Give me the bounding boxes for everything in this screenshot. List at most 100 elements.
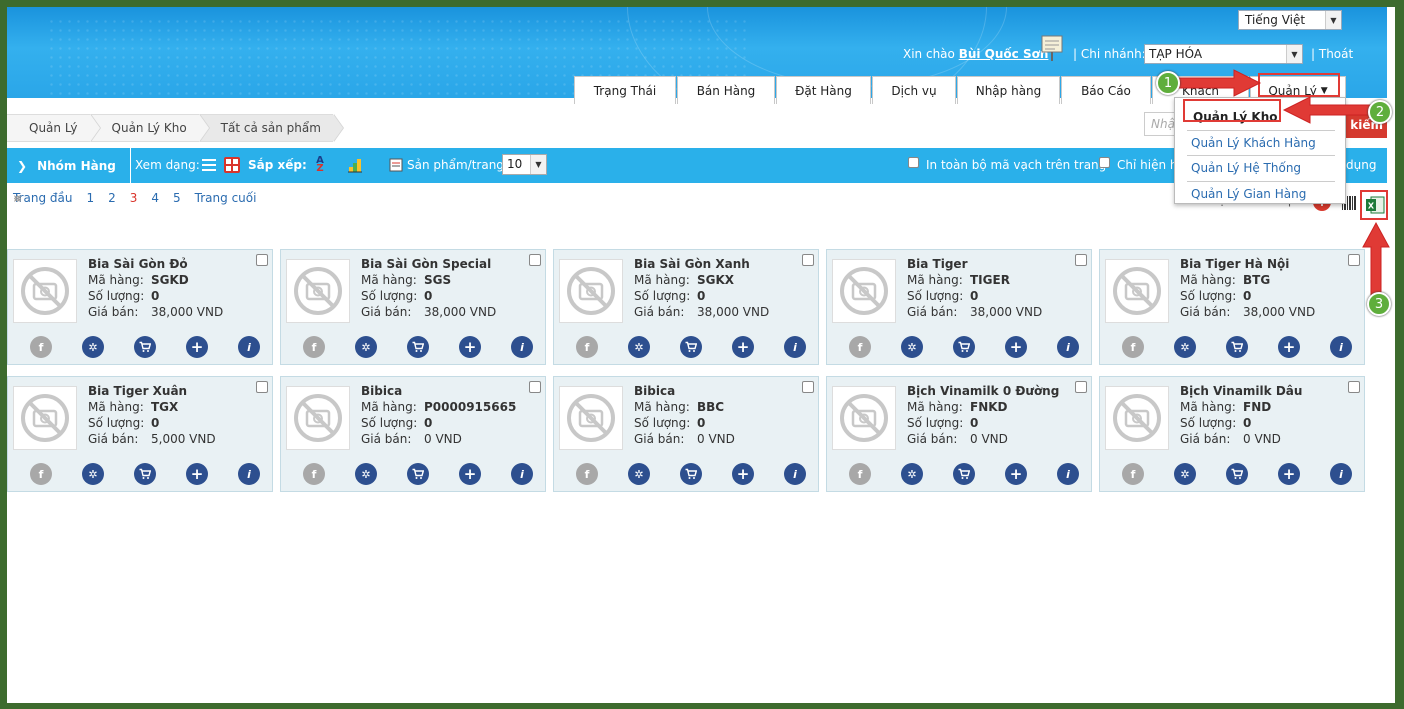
product-group-button[interactable]: ❯ Nhóm Hàng: [7, 148, 131, 183]
sort-quantity-icon[interactable]: [347, 157, 363, 173]
edit-icon[interactable]: i: [511, 336, 533, 358]
product-image[interactable]: [832, 259, 896, 323]
product-name[interactable]: Bia Tiger Hà Nội: [1180, 257, 1289, 271]
product-image[interactable]: [13, 259, 77, 323]
tab-dat-hang[interactable]: Đặt Hàng: [776, 76, 871, 104]
facebook-icon[interactable]: f: [576, 336, 598, 358]
tab-bao-cao[interactable]: Báo Cáo: [1061, 76, 1151, 104]
breadcrumb-item-tat-ca-san-pham[interactable]: Tất cả sản phẩm: [198, 114, 345, 142]
per-page-select[interactable]: 10 ▼: [502, 154, 547, 175]
notepad-icon[interactable]: [1040, 34, 1064, 62]
edit-icon[interactable]: i: [238, 463, 260, 485]
product-checkbox[interactable]: [1348, 381, 1360, 393]
menu-item-quan-ly-khach-hang[interactable]: Quản Lý Khách Hàng: [1191, 136, 1316, 150]
product-image[interactable]: [559, 259, 623, 323]
apply-label[interactable]: dụng: [1346, 158, 1376, 172]
cart-icon[interactable]: [407, 463, 429, 485]
tab-dich-vu[interactable]: Dịch vụ: [872, 76, 956, 104]
cart-icon[interactable]: [134, 336, 156, 358]
page-link[interactable]: 5: [173, 191, 181, 205]
facebook-icon[interactable]: f: [1122, 336, 1144, 358]
tab-nhap-hang[interactable]: Nhập hàng: [957, 76, 1060, 104]
product-name[interactable]: Bịch Vinamilk Dâu: [1180, 384, 1302, 398]
edit-icon[interactable]: i: [1057, 336, 1079, 358]
product-card[interactable]: Bịch Vinamilk Dâu Mã hàng: FND Số lượng: 0 Gi…: [1099, 376, 1365, 492]
cart-icon[interactable]: [953, 336, 975, 358]
page-link[interactable]: 2: [108, 191, 116, 205]
product-image[interactable]: [286, 259, 350, 323]
product-image[interactable]: [559, 386, 623, 450]
plus-icon[interactable]: +: [186, 463, 208, 485]
settings-icon[interactable]: ✲: [82, 336, 104, 358]
page-next-link[interactable]: »: [13, 189, 22, 207]
product-card[interactable]: Bia Sài Gòn Special Mã hàng: SGS Số lượng: 0…: [280, 249, 546, 365]
edit-icon[interactable]: i: [1330, 336, 1352, 358]
product-checkbox[interactable]: [1075, 254, 1087, 266]
edit-icon[interactable]: i: [784, 336, 806, 358]
product-checkbox[interactable]: [256, 381, 268, 393]
product-checkbox[interactable]: [529, 254, 541, 266]
product-image[interactable]: [1105, 386, 1169, 450]
page-link-current[interactable]: 3: [130, 191, 138, 205]
cart-icon[interactable]: [1226, 463, 1248, 485]
product-checkbox[interactable]: [1075, 381, 1087, 393]
logout-link[interactable]: | Thoát: [1311, 47, 1353, 61]
plus-icon[interactable]: +: [732, 336, 754, 358]
facebook-icon[interactable]: f: [303, 336, 325, 358]
product-image[interactable]: [832, 386, 896, 450]
product-image[interactable]: [286, 386, 350, 450]
branch-select[interactable]: TẠP HÓA ▼: [1144, 44, 1303, 64]
product-card[interactable]: Bia Sài Gòn Xanh Mã hàng: SGKX Số lượng: 0 Gi…: [553, 249, 819, 365]
page-link[interactable]: 1: [86, 191, 94, 205]
menu-item-quan-ly-he-thong[interactable]: Quản Lý Hệ Thống: [1191, 161, 1301, 175]
facebook-icon[interactable]: f: [849, 463, 871, 485]
plus-icon[interactable]: +: [186, 336, 208, 358]
facebook-icon[interactable]: f: [30, 336, 52, 358]
plus-icon[interactable]: +: [459, 463, 481, 485]
settings-icon[interactable]: ✲: [901, 336, 923, 358]
plus-icon[interactable]: +: [732, 463, 754, 485]
user-link[interactable]: Bùi Quốc Sơn: [959, 47, 1049, 61]
settings-icon[interactable]: ✲: [355, 463, 377, 485]
facebook-icon[interactable]: f: [303, 463, 325, 485]
product-card[interactable]: Bibica Mã hàng: BBC Số lượng: 0 Giá bán: 0 VND…: [553, 376, 819, 492]
product-card[interactable]: Bia Sài Gòn Đỏ Mã hàng: SGKD Số lượng: 0 Giá …: [7, 249, 273, 365]
cart-icon[interactable]: [407, 336, 429, 358]
facebook-icon[interactable]: f: [576, 463, 598, 485]
facebook-icon[interactable]: f: [849, 336, 871, 358]
print-all-checkbox[interactable]: [908, 157, 919, 168]
product-card[interactable]: Bia Tiger Xuân Mã hàng: TGX Số lượng: 0 Giá b…: [7, 376, 273, 492]
product-image[interactable]: [1105, 259, 1169, 323]
edit-icon[interactable]: i: [511, 463, 533, 485]
product-card[interactable]: Bia Tiger Hà Nội Mã hàng: BTG Số lượng: 0 Giá…: [1099, 249, 1365, 365]
product-name[interactable]: Bibica: [361, 384, 402, 398]
product-name[interactable]: Bia Sài Gòn Special: [361, 257, 491, 271]
edit-icon[interactable]: i: [1330, 463, 1352, 485]
plus-icon[interactable]: +: [1005, 336, 1027, 358]
product-card[interactable]: Bịch Vinamilk 0 Đường Mã hàng: FNKD Số lượn…: [826, 376, 1092, 492]
excel-export-icon[interactable]: X: [1362, 192, 1388, 218]
tab-trang-thai[interactable]: Trạng Thái: [574, 76, 676, 104]
only-show-checkbox[interactable]: [1099, 157, 1110, 168]
plus-icon[interactable]: +: [459, 336, 481, 358]
cart-icon[interactable]: [680, 463, 702, 485]
plus-icon[interactable]: +: [1278, 336, 1300, 358]
cart-icon[interactable]: [680, 336, 702, 358]
product-card[interactable]: Bibica Mã hàng: P0000915665 Số lượng: 0 Giá b…: [280, 376, 546, 492]
cart-icon[interactable]: [134, 463, 156, 485]
product-checkbox[interactable]: [256, 254, 268, 266]
product-name[interactable]: Bibica: [634, 384, 675, 398]
cart-icon[interactable]: [1226, 336, 1248, 358]
page-last-link[interactable]: Trang cuối: [195, 191, 257, 205]
settings-icon[interactable]: ✲: [1174, 463, 1196, 485]
settings-icon[interactable]: ✲: [82, 463, 104, 485]
sort-az-icon[interactable]: AZ: [312, 156, 328, 174]
menu-item-quan-ly-gian-hang[interactable]: Quản Lý Gian Hàng: [1191, 187, 1306, 201]
tab-ban-hang[interactable]: Bán Hàng: [677, 76, 775, 104]
settings-icon[interactable]: ✲: [1174, 336, 1196, 358]
edit-icon[interactable]: i: [784, 463, 806, 485]
product-checkbox[interactable]: [802, 381, 814, 393]
product-checkbox[interactable]: [529, 381, 541, 393]
breadcrumb-item-quan-ly-kho[interactable]: Quản Lý Kho: [89, 114, 210, 142]
plus-icon[interactable]: +: [1005, 463, 1027, 485]
